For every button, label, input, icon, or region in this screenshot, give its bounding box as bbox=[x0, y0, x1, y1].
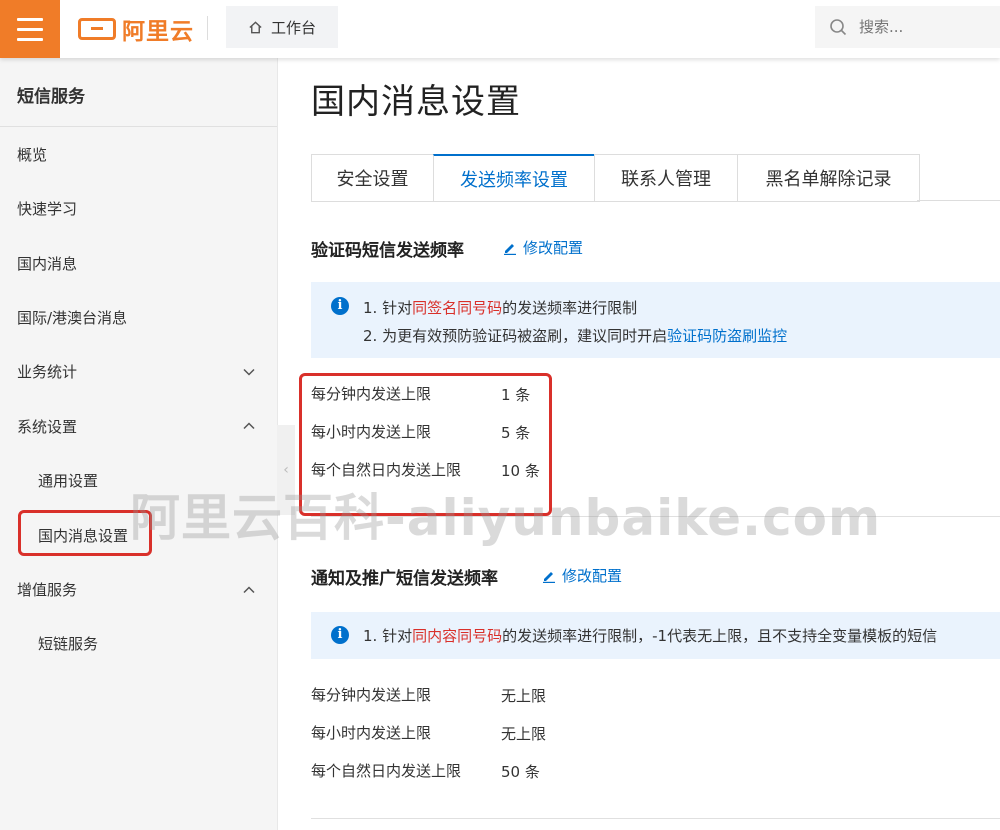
info-icon: i bbox=[331, 297, 349, 315]
sidebar-item-system[interactable]: 系统设置 bbox=[17, 416, 77, 437]
sidebar-item-value-added[interactable]: 增值服务 bbox=[17, 579, 77, 600]
info-line: 1. 针对同内容同号码的发送频率进行限制，-1代表无上限，且不支持全变量模板的短… bbox=[363, 625, 937, 646]
info-text: 1. 针对 bbox=[363, 299, 413, 317]
limit-value-day: 50 条 bbox=[501, 763, 540, 781]
divider bbox=[207, 16, 208, 40]
workbench-label: 工作台 bbox=[270, 18, 316, 37]
limit-label-day: 每个自然日内发送上限 bbox=[311, 762, 462, 780]
search-icon bbox=[830, 19, 847, 36]
edit-config-button[interactable]: 修改配置 bbox=[503, 237, 583, 258]
limit-label-minute: 每分钟内发送上限 bbox=[311, 686, 432, 704]
search-box[interactable] bbox=[815, 6, 1000, 48]
info-notice: i 1. 针对同内容同号码的发送频率进行限制，-1代表无上限，且不支持全变量模板… bbox=[311, 612, 1000, 659]
sidebar-item-domestic[interactable]: 国内消息 bbox=[17, 253, 77, 274]
info-notice: i 1. 针对同签名同号码的发送频率进行限制 2. 为更有效预防验证码被盗刷，建… bbox=[311, 282, 1000, 358]
aliyun-logo-icon bbox=[78, 18, 116, 40]
limit-label-hour: 每小时内发送上限 bbox=[311, 724, 432, 742]
edit-config-button[interactable]: 修改配置 bbox=[542, 565, 622, 586]
info-line: 2. 为更有效预防验证码被盗刷，建议同时开启验证码防盗刷监控 bbox=[363, 325, 787, 346]
limit-value-minute: 无上限 bbox=[501, 687, 547, 705]
section-title-notify: 通知及推广短信发送频率 bbox=[311, 569, 498, 589]
chevron-up-icon[interactable] bbox=[243, 584, 255, 596]
sidebar-item-stats[interactable]: 业务统计 bbox=[17, 361, 77, 382]
info-text: 的发送频率进行限制，-1代表无上限，且不支持全变量模板的短信 bbox=[502, 627, 938, 645]
limit-value-hour: 无上限 bbox=[501, 725, 547, 743]
menu-icon-bar bbox=[17, 17, 43, 21]
page-title: 国内消息设置 bbox=[311, 82, 521, 122]
hamburger-menu-button[interactable] bbox=[0, 0, 60, 58]
sidebar-item-intl[interactable]: 国际/港澳台消息 bbox=[17, 307, 127, 328]
home-icon bbox=[249, 20, 262, 33]
sidebar-item-overview[interactable]: 概览 bbox=[17, 144, 47, 165]
info-highlight-text: 同内容同号码 bbox=[412, 627, 503, 645]
sidebar-title: 短信服务 bbox=[17, 87, 85, 107]
menu-icon-bar bbox=[17, 27, 43, 31]
sidebar-item-short-link[interactable]: 短链服务 bbox=[38, 633, 98, 654]
anti-fraud-monitor-link[interactable]: 验证码防盗刷监控 bbox=[667, 327, 787, 345]
divider bbox=[311, 516, 1000, 517]
info-highlight-text: 同签名同号码 bbox=[412, 299, 503, 317]
tab-contacts[interactable]: 联系人管理 bbox=[594, 154, 737, 202]
sidebar: 短信服务 概览 快速学习 国内消息 国际/港澳台消息 业务统计 系统设置 通用设… bbox=[0, 58, 278, 830]
pencil-icon bbox=[504, 243, 516, 255]
top-navbar: 阿里云 工作台 bbox=[0, 0, 1000, 58]
logo-text: 阿里云 bbox=[122, 19, 194, 45]
aliyun-logo[interactable]: 阿里云 bbox=[78, 12, 194, 46]
chevron-up-icon[interactable] bbox=[243, 420, 255, 432]
pencil-icon bbox=[543, 571, 555, 583]
sidebar-item-quick-learn[interactable]: 快速学习 bbox=[17, 198, 77, 219]
edit-config-label: 修改配置 bbox=[562, 567, 623, 585]
divider bbox=[0, 126, 277, 127]
info-line: 1. 针对同签名同号码的发送频率进行限制 bbox=[363, 297, 637, 318]
tab-bar: 安全设置 发送频率设置 联系人管理 黑名单解除记录 bbox=[311, 154, 920, 202]
chevron-down-icon[interactable] bbox=[243, 366, 255, 378]
info-text: 的发送频率进行限制 bbox=[502, 299, 638, 317]
info-text: 2. 为更有效预防验证码被盗刷，建议同时开启 bbox=[363, 327, 668, 345]
tab-send-frequency[interactable]: 发送频率设置 bbox=[433, 154, 594, 202]
edit-config-label: 修改配置 bbox=[523, 239, 584, 257]
search-input[interactable] bbox=[857, 17, 981, 37]
section-title-verify: 验证码短信发送频率 bbox=[311, 241, 464, 261]
info-text: 1. 针对 bbox=[363, 627, 413, 645]
highlight-annotation bbox=[18, 510, 152, 556]
divider bbox=[311, 818, 1000, 819]
tab-security[interactable]: 安全设置 bbox=[311, 154, 433, 202]
highlight-annotation bbox=[299, 373, 552, 516]
info-icon: i bbox=[331, 626, 349, 644]
sidebar-item-general[interactable]: 通用设置 bbox=[38, 470, 98, 491]
tab-blacklist[interactable]: 黑名单解除记录 bbox=[737, 154, 920, 202]
divider bbox=[917, 200, 1000, 201]
menu-icon-bar bbox=[17, 37, 43, 41]
main-content: 国内消息设置 安全设置 发送频率设置 联系人管理 黑名单解除记录 验证码短信发送… bbox=[278, 58, 1000, 830]
workbench-button[interactable]: 工作台 bbox=[226, 6, 338, 48]
